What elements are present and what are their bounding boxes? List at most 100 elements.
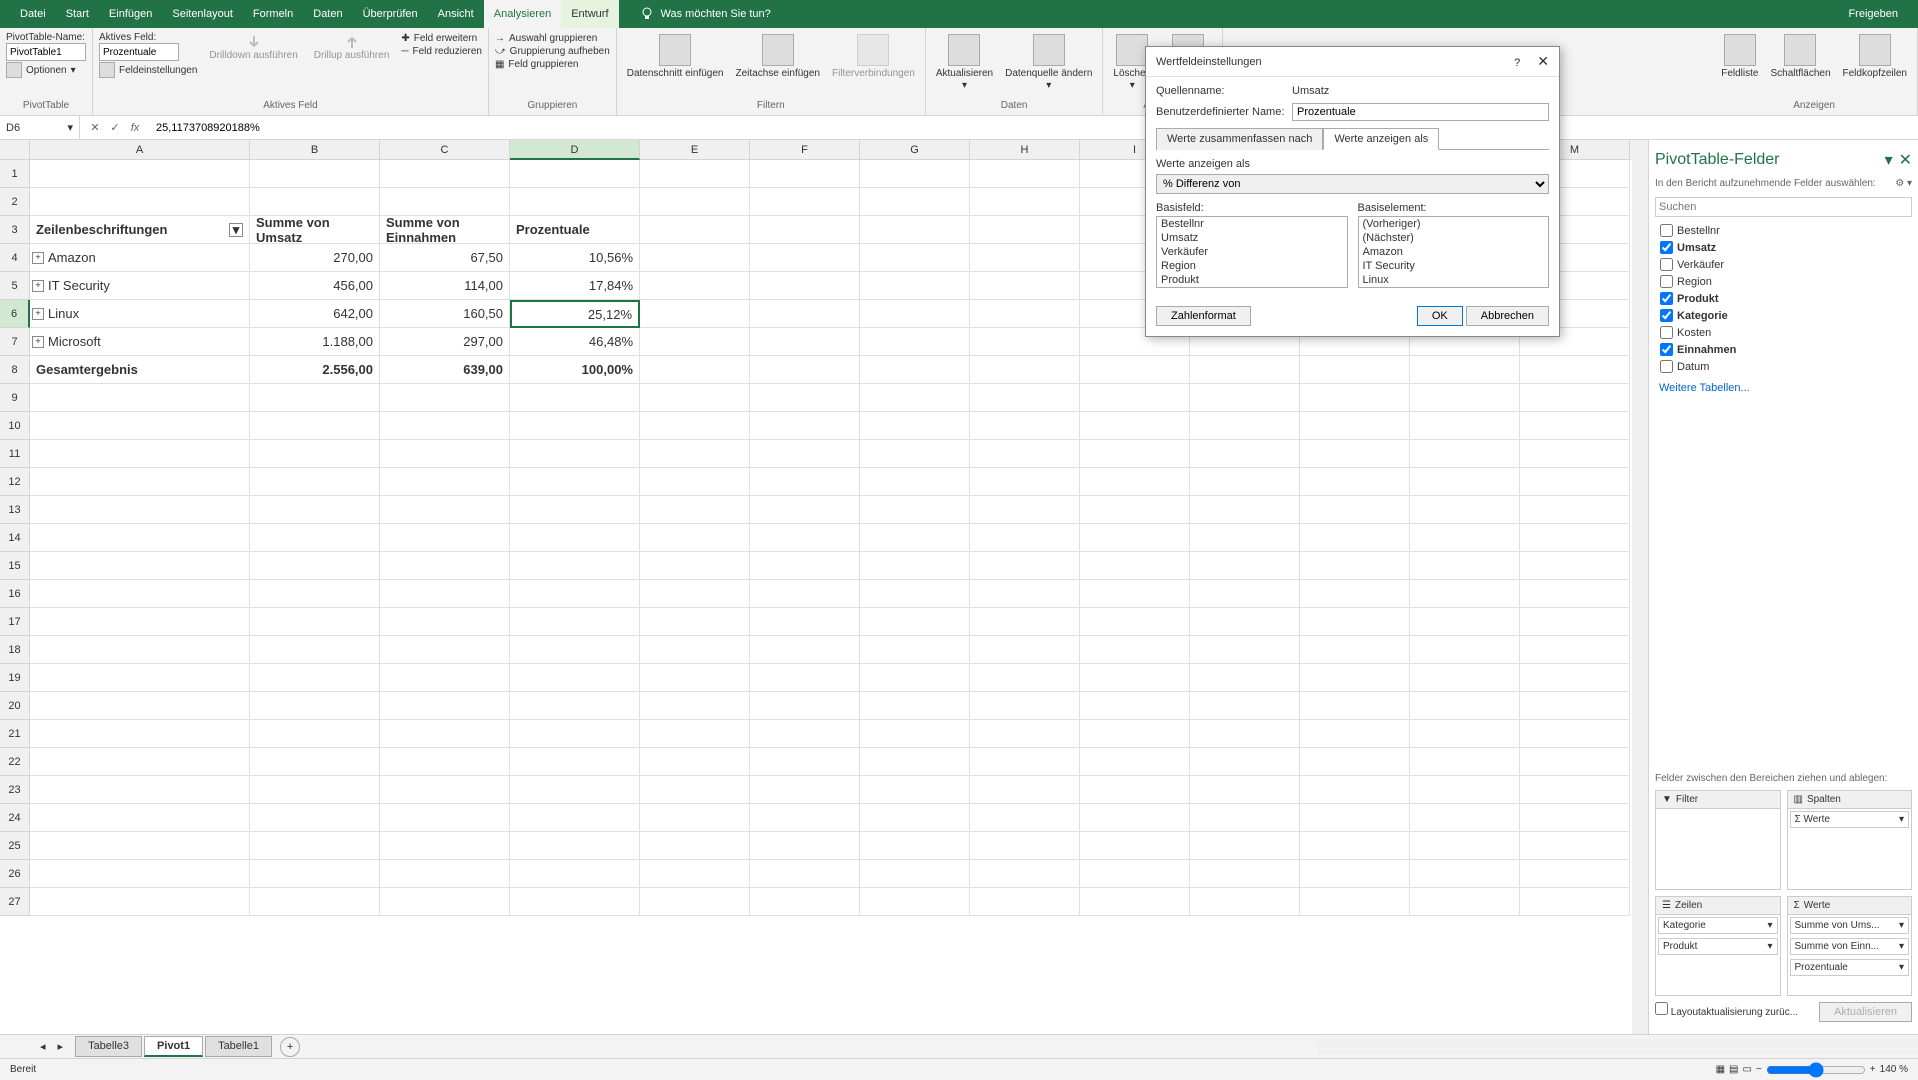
cell[interactable]: [30, 636, 250, 664]
view-break-icon[interactable]: ▭: [1743, 1064, 1752, 1075]
cell[interactable]: [640, 720, 750, 748]
cell[interactable]: [380, 580, 510, 608]
cell[interactable]: [1520, 412, 1630, 440]
cell[interactable]: [860, 328, 970, 356]
cell[interactable]: [860, 244, 970, 272]
cell[interactable]: [1520, 888, 1630, 916]
cell[interactable]: [1190, 860, 1300, 888]
field-item[interactable]: Bestellnr: [1656, 222, 1911, 239]
cell[interactable]: [510, 748, 640, 776]
filter-area[interactable]: ▼Filter: [1655, 790, 1781, 890]
cell[interactable]: [1080, 356, 1190, 384]
cell[interactable]: [30, 468, 250, 496]
tab-summarize-values[interactable]: Werte zusammenfassen nach: [1156, 128, 1323, 150]
cell[interactable]: [380, 188, 510, 216]
row-header[interactable]: 19: [0, 664, 30, 692]
cell[interactable]: 25,12%: [510, 300, 640, 328]
cell[interactable]: +Linux: [30, 300, 250, 328]
field-checkbox[interactable]: [1660, 326, 1673, 339]
cell[interactable]: [970, 860, 1080, 888]
basefield-option[interactable]: Verkäufer: [1157, 245, 1347, 259]
cell[interactable]: [1190, 524, 1300, 552]
cell[interactable]: [510, 636, 640, 664]
custom-name-input[interactable]: [1292, 103, 1549, 121]
cell[interactable]: [640, 776, 750, 804]
cell[interactable]: [1300, 832, 1410, 860]
cell[interactable]: [1520, 720, 1630, 748]
tab-formeln[interactable]: Formeln: [243, 0, 303, 28]
cell[interactable]: [1080, 692, 1190, 720]
columns-area[interactable]: ▥Spalten Σ Werte▾: [1787, 790, 1913, 890]
cell[interactable]: [1410, 580, 1520, 608]
field-search-input[interactable]: [1655, 197, 1912, 217]
cell[interactable]: [1410, 692, 1520, 720]
cell[interactable]: [750, 356, 860, 384]
cell[interactable]: [510, 832, 640, 860]
cell[interactable]: [380, 664, 510, 692]
cell[interactable]: [1410, 524, 1520, 552]
cell[interactable]: [1300, 692, 1410, 720]
cell[interactable]: [640, 356, 750, 384]
cell[interactable]: [380, 776, 510, 804]
cell[interactable]: [510, 440, 640, 468]
cell[interactable]: [250, 804, 380, 832]
cell[interactable]: [380, 496, 510, 524]
cell[interactable]: [970, 356, 1080, 384]
cell[interactable]: [1520, 636, 1630, 664]
cell[interactable]: [1300, 552, 1410, 580]
cell[interactable]: [380, 832, 510, 860]
cell[interactable]: [1520, 524, 1630, 552]
cell[interactable]: [250, 636, 380, 664]
cell[interactable]: [860, 468, 970, 496]
cell[interactable]: [860, 356, 970, 384]
cell[interactable]: 160,50: [380, 300, 510, 328]
view-normal-icon[interactable]: ▦: [1716, 1064, 1725, 1075]
rows-area[interactable]: ☰Zeilen Kategorie▾ Produkt▾: [1655, 896, 1781, 996]
cell[interactable]: [640, 384, 750, 412]
cell[interactable]: [1300, 748, 1410, 776]
cell[interactable]: [970, 524, 1080, 552]
share-button[interactable]: Freigeben: [1848, 8, 1918, 20]
basefield-option[interactable]: Bestellnr: [1157, 217, 1347, 231]
cell[interactable]: [1520, 608, 1630, 636]
column-header[interactable]: F: [750, 140, 860, 160]
cell[interactable]: [860, 720, 970, 748]
cell[interactable]: [640, 216, 750, 244]
cell[interactable]: +IT Security: [30, 272, 250, 300]
cell[interactable]: [1300, 888, 1410, 916]
cell[interactable]: [30, 188, 250, 216]
cell[interactable]: [250, 692, 380, 720]
column-header[interactable]: B: [250, 140, 380, 160]
number-format-button[interactable]: Zahlenformat: [1156, 306, 1251, 326]
cell[interactable]: [510, 860, 640, 888]
cell[interactable]: [1410, 552, 1520, 580]
cell[interactable]: [1080, 412, 1190, 440]
cell[interactable]: [970, 776, 1080, 804]
cell[interactable]: [1190, 496, 1300, 524]
cell[interactable]: [1190, 468, 1300, 496]
cell[interactable]: [510, 888, 640, 916]
cell[interactable]: [1300, 720, 1410, 748]
column-header[interactable]: A: [30, 140, 250, 160]
cell[interactable]: [1300, 860, 1410, 888]
cell[interactable]: [30, 860, 250, 888]
cell[interactable]: [30, 608, 250, 636]
cell[interactable]: Summe von Einnahmen: [380, 216, 510, 244]
cell[interactable]: [1190, 832, 1300, 860]
row-header[interactable]: 4: [0, 244, 30, 272]
cell[interactable]: [380, 636, 510, 664]
cell[interactable]: [1410, 356, 1520, 384]
cell[interactable]: [1520, 748, 1630, 776]
cell[interactable]: [30, 720, 250, 748]
cell[interactable]: [750, 664, 860, 692]
cell[interactable]: [510, 412, 640, 440]
cell[interactable]: [970, 468, 1080, 496]
cell[interactable]: 1.188,00: [250, 328, 380, 356]
cell[interactable]: [860, 692, 970, 720]
cell[interactable]: [250, 496, 380, 524]
cell[interactable]: [860, 748, 970, 776]
field-checkbox[interactable]: [1660, 224, 1673, 237]
fieldheaders-button[interactable]: Feldkopfzeilen: [1839, 32, 1911, 82]
field-settings-button[interactable]: Feldeinstellungen: [99, 61, 197, 79]
cell[interactable]: [1520, 440, 1630, 468]
